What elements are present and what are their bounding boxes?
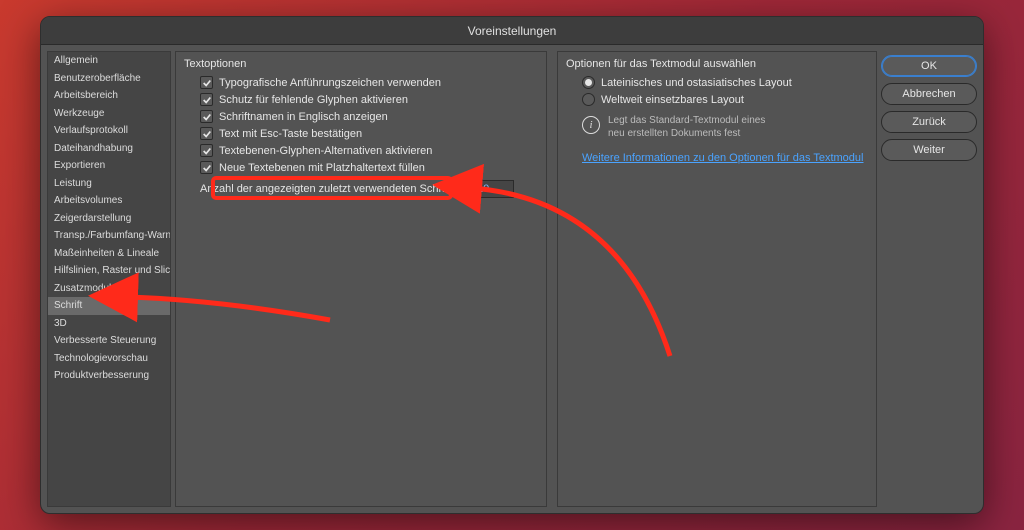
radio[interactable] <box>582 93 595 106</box>
sidebar-item[interactable]: Werkzeuge <box>48 105 170 123</box>
checkbox[interactable] <box>200 127 213 140</box>
sidebar-item[interactable]: Technologievorschau <box>48 350 170 368</box>
info-row: i Legt das Standard-Textmodul eines neu … <box>566 108 868 146</box>
text-module-title: Optionen für das Textmodul auswählen <box>566 58 868 70</box>
recent-fonts-input[interactable] <box>472 180 514 198</box>
checkbox-label: Textebenen-Glyphen-Alternativen aktivier… <box>219 145 432 157</box>
checkbox[interactable] <box>200 161 213 174</box>
checkbox[interactable] <box>200 110 213 123</box>
sidebar: AllgemeinBenutzeroberflächeArbeitsbereic… <box>47 51 171 507</box>
sidebar-item[interactable]: Dateihandhabung <box>48 140 170 158</box>
preferences-dialog: Voreinstellungen AllgemeinBenutzeroberfl… <box>40 16 984 514</box>
prev-button[interactable]: Zurück <box>881 111 977 133</box>
next-button[interactable]: Weiter <box>881 139 977 161</box>
sidebar-item[interactable]: Zusatzmodule <box>48 280 170 298</box>
checkbox-row: Neue Textebenen mit Platzhaltertext füll… <box>184 159 538 176</box>
radio[interactable] <box>582 76 595 89</box>
dialog-titlebar: Voreinstellungen <box>41 17 983 45</box>
radio-row: Weltweit einsetzbares Layout <box>566 91 868 108</box>
checkbox-row: Typografische Anführungszeichen verwende… <box>184 74 538 91</box>
main-area: Textoptionen Typografische Anführungszei… <box>175 51 877 507</box>
sidebar-item[interactable]: Allgemein <box>48 52 170 70</box>
checkbox-label: Typografische Anführungszeichen verwende… <box>219 77 441 89</box>
text-module-group: Optionen für das Textmodul auswählen Lat… <box>557 51 877 507</box>
sidebar-item[interactable]: Schrift <box>48 297 170 315</box>
info-icon: i <box>582 116 600 134</box>
sidebar-item[interactable]: Exportieren <box>48 157 170 175</box>
dialog-content: AllgemeinBenutzeroberflächeArbeitsbereic… <box>41 45 983 513</box>
info-text: Legt das Standard-Textmodul eines neu er… <box>608 114 765 140</box>
text-options-group: Textoptionen Typografische Anführungszei… <box>175 51 547 507</box>
dialog-buttons: OK Abbrechen Zurück Weiter <box>881 51 977 507</box>
sidebar-item[interactable]: Verbesserte Steuerung <box>48 332 170 350</box>
radio-row: Lateinisches und ostasiatisches Layout <box>566 74 868 91</box>
checkbox-label: Neue Textebenen mit Platzhaltertext füll… <box>219 162 425 174</box>
sidebar-item[interactable]: Arbeitsvolumes <box>48 192 170 210</box>
sidebar-item[interactable]: Maßeinheiten & Lineale <box>48 245 170 263</box>
ok-button[interactable]: OK <box>881 55 977 77</box>
checkbox-label: Schriftnamen in Englisch anzeigen <box>219 111 388 123</box>
sidebar-item[interactable]: Hilfslinien, Raster und Slices <box>48 262 170 280</box>
text-module-more-link[interactable]: Weitere Informationen zu den Optionen fü… <box>582 152 863 164</box>
sidebar-item[interactable]: 3D <box>48 315 170 333</box>
checkbox-row: Text mit Esc-Taste bestätigen <box>184 125 538 142</box>
dialog-title: Voreinstellungen <box>468 24 557 38</box>
checkbox-label: Schutz für fehlende Glyphen aktivieren <box>219 94 408 106</box>
sidebar-item[interactable]: Benutzeroberfläche <box>48 70 170 88</box>
checkbox-row: Schriftnamen in Englisch anzeigen <box>184 108 538 125</box>
sidebar-item[interactable]: Zeigerdarstellung <box>48 210 170 228</box>
checkbox-row: Textebenen-Glyphen-Alternativen aktivier… <box>184 142 538 159</box>
text-options-title: Textoptionen <box>184 58 538 70</box>
sidebar-item[interactable]: Verlaufsprotokoll <box>48 122 170 140</box>
checkbox-row: Schutz für fehlende Glyphen aktivieren <box>184 91 538 108</box>
checkbox[interactable] <box>200 93 213 106</box>
cancel-button[interactable]: Abbrechen <box>881 83 977 105</box>
sidebar-item[interactable]: Transp./Farbumfang-Warnung <box>48 227 170 245</box>
recent-fonts-row: Anzahl der angezeigten zuletzt verwendet… <box>184 176 538 200</box>
sidebar-item[interactable]: Leistung <box>48 175 170 193</box>
radio-label: Weltweit einsetzbares Layout <box>601 94 744 106</box>
checkbox[interactable] <box>200 76 213 89</box>
checkbox[interactable] <box>200 144 213 157</box>
checkbox-label: Text mit Esc-Taste bestätigen <box>219 128 362 140</box>
sidebar-item[interactable]: Arbeitsbereich <box>48 87 170 105</box>
recent-fonts-label: Anzahl der angezeigten zuletzt verwendet… <box>200 183 466 195</box>
radio-label: Lateinisches und ostasiatisches Layout <box>601 77 792 89</box>
sidebar-item[interactable]: Produktverbesserung <box>48 367 170 385</box>
